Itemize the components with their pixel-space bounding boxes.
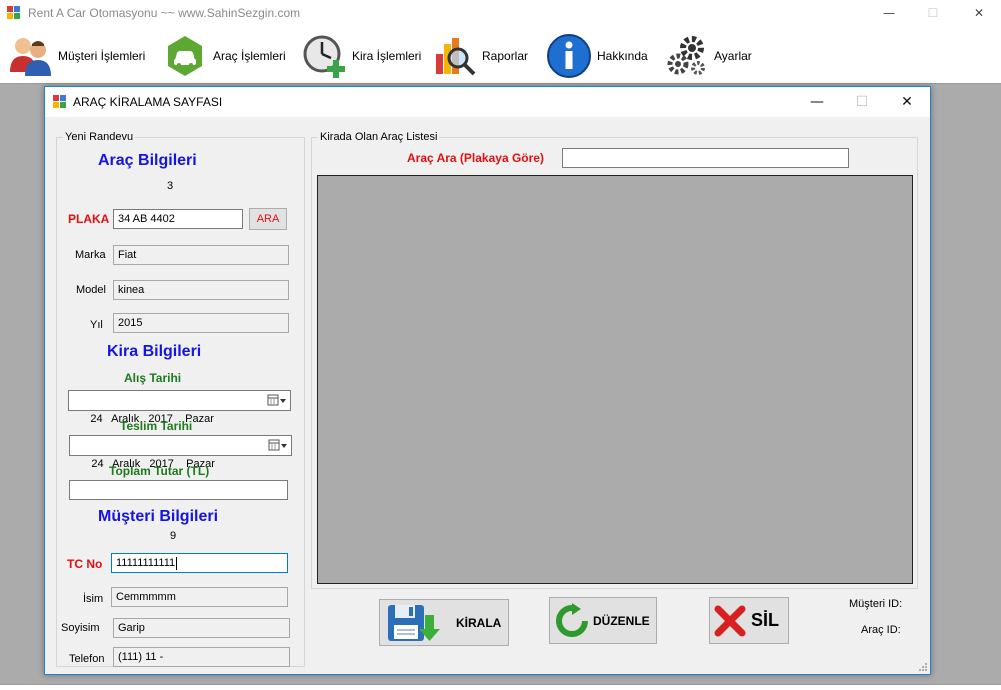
report-magnifier-icon xyxy=(436,38,476,76)
year-label: Yıl xyxy=(90,319,103,331)
menu-item-reports[interactable]: Raporlar xyxy=(430,32,528,80)
main-status-edge xyxy=(0,684,1001,690)
surname-label: Soyisim xyxy=(61,622,100,634)
year-field: 2015 xyxy=(113,313,289,333)
dialog-minimize-button[interactable]: — xyxy=(794,87,840,117)
new-appointment-group-title: Yeni Randevu xyxy=(63,131,136,143)
menu-item-label: Hakkında xyxy=(597,49,648,63)
menu-item-vehicles[interactable]: Araç İşlemleri xyxy=(161,32,286,80)
plate-input[interactable]: 34 AB 4402 xyxy=(113,209,243,229)
menu-item-label: Kira İşlemleri xyxy=(352,49,422,63)
name-label: İsim xyxy=(83,593,104,605)
vehicle-search-input[interactable] xyxy=(562,148,849,168)
rent-button[interactable]: KİRALA xyxy=(379,599,509,646)
name-field: Cemmmmm xyxy=(111,587,288,607)
new-appointment-group: Yeni Randevu Araç Bilgileri 3 PLAKA 34 A… xyxy=(56,131,305,667)
text-caret xyxy=(176,556,178,570)
edit-button-label: DÜZENLE xyxy=(593,613,650,628)
surname-field: Garip xyxy=(113,618,290,638)
refresh-icon xyxy=(556,602,588,637)
gears-icon xyxy=(667,36,705,75)
rental-dialog: ARAÇ KİRALAMA SAYFASI — ☐ ✕ Yeni Randevu… xyxy=(44,86,931,675)
delete-x-icon xyxy=(714,605,746,636)
brand-field: Fiat xyxy=(113,245,289,265)
menu-item-about[interactable]: Hakkında xyxy=(545,32,648,80)
main-close-button[interactable]: ✕ xyxy=(956,0,1001,27)
pickup-date-label: Alış Tarihi xyxy=(124,371,182,385)
vehicle-info-heading: Araç Bilgileri xyxy=(98,152,197,169)
delete-button[interactable]: SİL xyxy=(709,597,789,644)
main-maximize-button: ☐ xyxy=(927,6,939,20)
save-disk-icon xyxy=(388,604,440,641)
info-icon xyxy=(547,34,591,78)
main-minimize-button[interactable]: — xyxy=(866,0,912,27)
customer-info-heading: Müşteri Bilgileri xyxy=(98,508,219,525)
phone-label: Telefon xyxy=(69,653,105,665)
tc-no-input[interactable]: 11111111111 xyxy=(111,553,288,573)
tc-no-label: TC No xyxy=(67,557,103,571)
app-icon xyxy=(7,6,20,19)
main-window-title: Rent A Car Otomasyonu ~~ www.SahinSezgin… xyxy=(28,6,301,20)
plate-search-button[interactable]: ARA xyxy=(249,208,287,230)
car-icon xyxy=(168,36,202,76)
dialog-title: ARAÇ KİRALAMA SAYFASI xyxy=(73,95,223,109)
menu-item-label: Raporlar xyxy=(482,49,529,63)
pickup-date-picker[interactable]: 24 Aralık 2017 Pazar xyxy=(68,390,291,425)
menu-item-label: Ayarlar xyxy=(714,49,752,63)
vehicle-id-value: 3 xyxy=(167,180,174,192)
phone-field: (111) 11 - xyxy=(113,647,290,667)
delete-button-label: SİL xyxy=(751,610,780,630)
dialog-app-icon xyxy=(53,95,66,108)
rented-vehicles-group-title: Kirada Olan Araç Listesi xyxy=(318,131,440,143)
model-field: kinea xyxy=(113,280,289,300)
dialog-close-button[interactable]: ✕ xyxy=(884,87,930,117)
customer-id-value: 9 xyxy=(170,530,177,542)
total-amount-input[interactable] xyxy=(69,480,288,500)
vehicle-search-label: Araç Ara (Plakaya Göre) xyxy=(407,151,544,165)
dialog-titlebar: ARAÇ KİRALAMA SAYFASI — ☐ ✕ xyxy=(45,87,930,117)
customer-id-label: Müşteri ID: xyxy=(849,598,903,610)
tc-no-value: 11111111111 xyxy=(116,557,176,569)
edit-button[interactable]: DÜZENLE xyxy=(549,597,657,644)
menu-item-customers[interactable]: Müşteri İşlemleri xyxy=(6,32,145,80)
rented-vehicles-grid[interactable] xyxy=(317,175,913,584)
dialog-maximize-button: ☐ xyxy=(855,94,869,110)
vehicle-id-label: Araç ID: xyxy=(861,624,901,636)
model-label: Model xyxy=(76,284,106,296)
customers-icon xyxy=(10,38,51,76)
menu-item-rentals[interactable]: Kira İşlemleri xyxy=(300,32,421,80)
calendar-dropdown-icon[interactable] xyxy=(268,439,288,452)
main-titlebar: Rent A Car Otomasyonu ~~ www.SahinSezgin… xyxy=(0,0,1001,27)
menu-item-settings[interactable]: Ayarlar xyxy=(662,32,752,80)
menu-item-label: Müşteri İşlemleri xyxy=(58,49,146,63)
menu-item-label: Araç İşlemleri xyxy=(213,49,286,63)
plate-label: PLAKA xyxy=(68,212,110,226)
total-amount-label: Toplam Tutar (TL) xyxy=(109,464,210,478)
clock-add-icon xyxy=(303,35,345,78)
main-menu-bar: Müşteri İşlemleri Araç İşlemleri Kira İş… xyxy=(0,27,1001,84)
brand-label: Marka xyxy=(75,249,106,261)
rental-info-heading: Kira Bilgileri xyxy=(107,343,202,360)
return-date-label: Teslim Tarihi xyxy=(120,419,193,433)
calendar-dropdown-icon[interactable] xyxy=(267,394,287,407)
return-date-picker[interactable]: 24 Aralık 2017 Pazar xyxy=(69,435,292,470)
rent-button-label: KİRALA xyxy=(456,615,502,630)
resize-grip-icon[interactable] xyxy=(918,662,928,672)
